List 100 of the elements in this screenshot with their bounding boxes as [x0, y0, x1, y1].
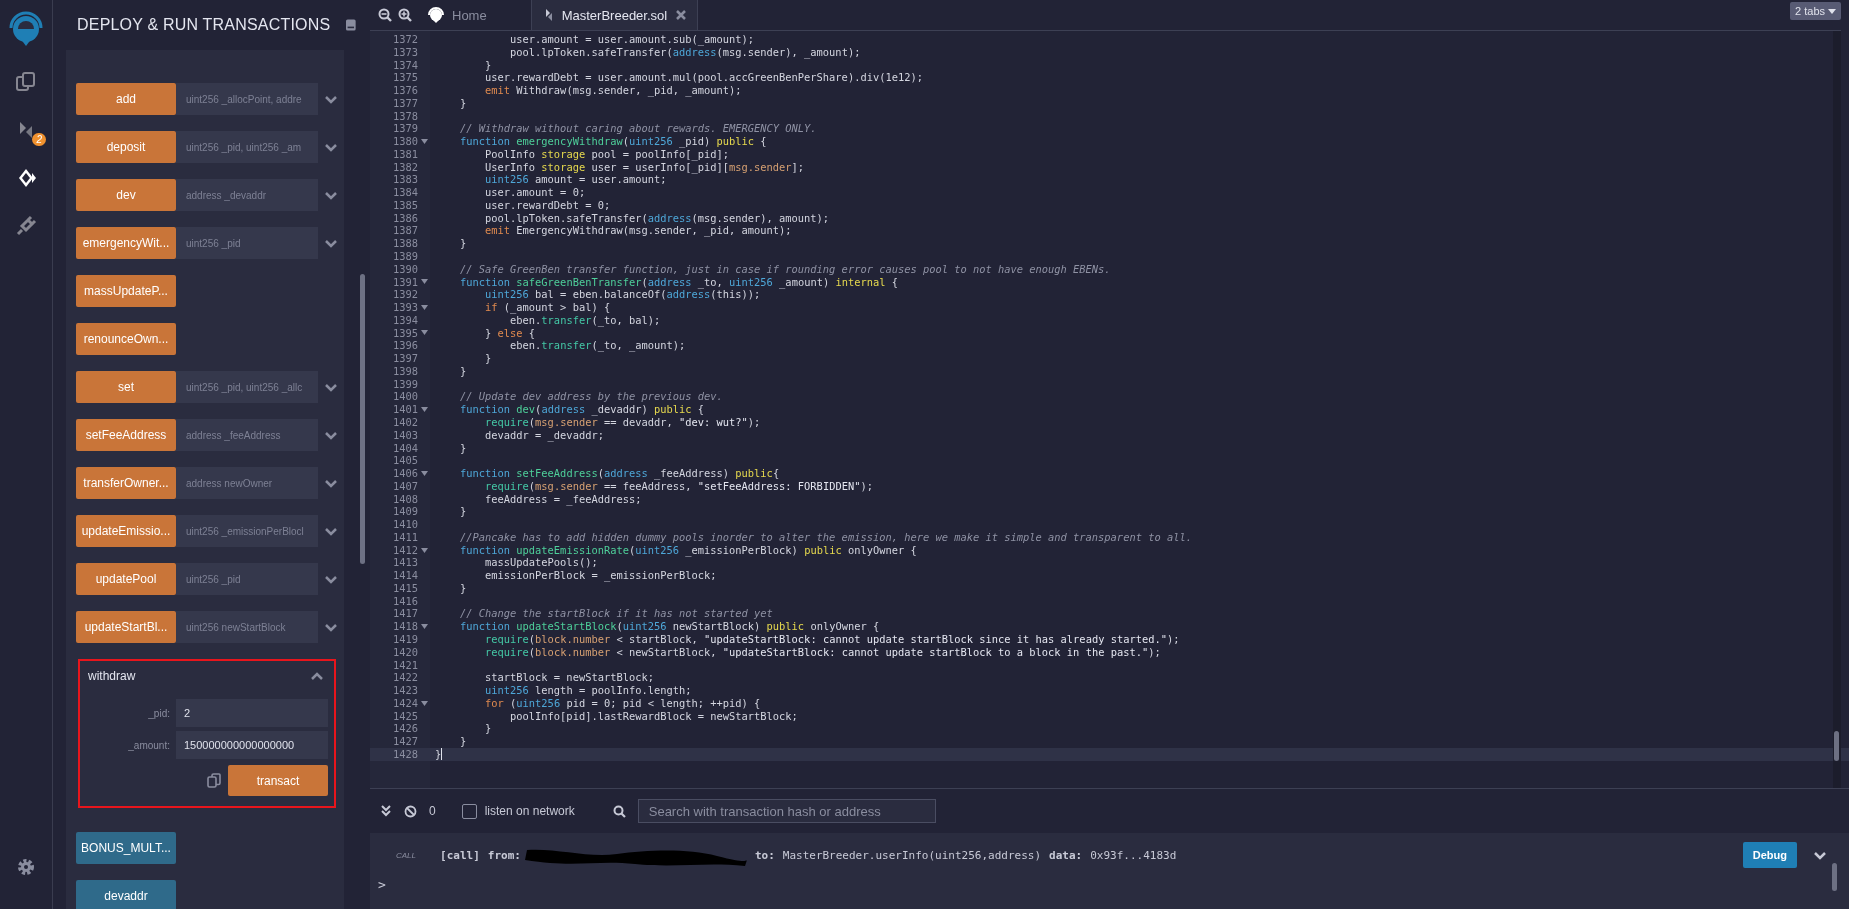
caret-icon	[1828, 8, 1836, 14]
search-icon	[612, 804, 626, 818]
fold-icon[interactable]	[420, 139, 428, 144]
line-number: 1415	[392, 581, 418, 595]
code-line: }	[459, 96, 467, 110]
code-line: for (uint256 pid = 0; pid < length; ++pid) {	[484, 696, 761, 710]
fold-icon[interactable]	[420, 407, 428, 413]
line-number: 1385	[392, 198, 418, 212]
line-number: 1417	[392, 607, 418, 621]
book-icon[interactable]	[346, 18, 356, 32]
line-number: 1394	[392, 313, 418, 327]
search-field[interactable]: Search with transaction hash or address	[637, 799, 936, 823]
tabs-dropdown[interactable]: 2 tabs	[1790, 2, 1841, 20]
fold-icon[interactable]	[420, 547, 428, 553]
code-line: function dev(address _devaddr) public {	[459, 403, 705, 416]
scrollbar-thumb[interactable]	[1834, 731, 1839, 761]
close-icon[interactable]	[675, 9, 688, 21]
fold-icon[interactable]	[420, 624, 428, 630]
code-line: require(msg.sender == feeAddress, "setFeeAddress: FORBIDDEN");	[484, 479, 873, 493]
argument-field[interactable]: address newOwner	[176, 467, 318, 499]
collapse-icon[interactable]	[310, 670, 324, 682]
debug-button[interactable]: Debug	[1742, 842, 1797, 868]
code-line: UserInfo storage user = userInfo[_pid][msg.sender];	[484, 160, 805, 174]
fold-icon[interactable]	[420, 700, 428, 706]
zoom-out-icon[interactable]	[378, 8, 392, 22]
function-button[interactable]: updateStartBl...	[76, 611, 176, 643]
argument-field[interactable]: uint256 _emissionPerBlocl	[176, 515, 318, 547]
function-button[interactable]: BONUS_MULT...	[76, 832, 176, 864]
copy-icon[interactable]	[207, 773, 221, 788]
function-button[interactable]: set	[76, 371, 176, 403]
function-button[interactable]: renounceOwn...	[76, 323, 176, 355]
expand-icon[interactable]	[324, 141, 338, 153]
line-number: 1375	[392, 71, 418, 85]
line-number: 1411	[392, 530, 418, 544]
line-number: 1414	[392, 569, 418, 582]
line-number: 1392	[392, 288, 418, 302]
param-input[interactable]: 2	[176, 699, 328, 727]
cycle-tab[interactable]: 2	[6, 108, 46, 152]
expand-icon[interactable]	[324, 381, 338, 393]
function-button[interactable]: deposit	[76, 131, 176, 163]
expand-icon[interactable]	[324, 93, 338, 105]
editor-tab[interactable]: Home	[418, 0, 497, 30]
line-number: 1408	[392, 492, 418, 506]
code-line: }	[459, 735, 467, 748]
log-value: 0x93f...4183d	[1090, 848, 1177, 862]
argument-field[interactable]: uint256 _pid, uint256 _am	[176, 131, 318, 163]
editor-tab[interactable]: MasterBreeder.sol	[530, 0, 699, 30]
line-number: 1406	[392, 467, 418, 480]
function-button[interactable]: devaddr	[76, 880, 176, 909]
function-button[interactable]: dev	[76, 179, 176, 211]
function-button[interactable]: updateEmissio...	[76, 515, 176, 547]
expand-icon[interactable]	[324, 237, 338, 249]
code-line: }	[459, 364, 467, 378]
argument-field[interactable]: uint256 newStartBlock	[176, 611, 318, 643]
expand-icon[interactable]	[1813, 849, 1827, 861]
expand-icon[interactable]	[324, 573, 338, 585]
fold-icon[interactable]	[420, 470, 428, 476]
function-button[interactable]: setFeeAddress	[76, 419, 176, 451]
param-input[interactable]: 150000000000000000	[176, 731, 328, 759]
expand-icon[interactable]	[324, 525, 338, 537]
prompt-symbol: >	[378, 877, 386, 892]
line-number: 1398	[392, 364, 418, 378]
panel-title: DEPLOY & RUN TRANSACTIONS	[77, 16, 331, 34]
transact-button[interactable]: transact	[228, 765, 328, 796]
function-button[interactable]: transferOwner...	[76, 467, 176, 499]
checkbox[interactable]	[461, 803, 477, 819]
code-line: require(msg.sender == devaddr, "dev: wut?");	[484, 415, 761, 429]
expand-icon[interactable]	[324, 621, 338, 633]
line-number: 1391	[392, 275, 418, 289]
expand-icon[interactable]	[324, 429, 338, 441]
function-button[interactable]: massUpdateP...	[76, 275, 176, 307]
expand-icon[interactable]	[324, 189, 338, 201]
line-number: 1380	[392, 135, 418, 148]
function-button[interactable]: add	[76, 83, 176, 115]
scrollbar-thumb[interactable]	[360, 274, 365, 564]
argument-field[interactable]: uint256 _pid	[176, 563, 318, 595]
collapse-icon[interactable]	[380, 805, 392, 817]
function-button[interactable]: updatePool	[76, 563, 176, 595]
code-line: // Withdraw without caring about rewards. EMERGENCY ONLY.	[459, 122, 817, 136]
line-number: 1378	[392, 109, 418, 123]
fold-icon[interactable]	[420, 279, 428, 285]
zoom-in-icon[interactable]	[398, 8, 412, 22]
function-button[interactable]: emergencyWit...	[76, 227, 176, 259]
clear-icon[interactable]	[404, 804, 417, 818]
argument-field[interactable]: address _feeAddress	[176, 419, 318, 451]
log-type: [call]	[440, 848, 480, 862]
argument-field[interactable]: address _devaddr	[176, 179, 318, 211]
count-badge: 2	[32, 133, 46, 146]
code-line: eben.transfer(_to, bal);	[510, 313, 661, 327]
argument-field[interactable]: uint256 _pid	[176, 227, 318, 259]
scrollbar-thumb[interactable]	[1832, 863, 1837, 891]
code-line: // Update dev address by the previous dev.	[459, 390, 723, 404]
plug-icon	[14, 214, 38, 238]
expand-icon[interactable]	[324, 477, 338, 489]
fold-icon[interactable]	[420, 304, 428, 310]
line-number: 1421	[392, 658, 418, 672]
argument-field[interactable]: uint256 _allocPoint, addre	[176, 83, 318, 115]
fold-icon[interactable]	[420, 330, 428, 336]
argument-field[interactable]: uint256 _pid, uint256 _allc	[176, 371, 318, 403]
code-line: // Safe GreenBen transfer function, just in case if rounding error causes pool to not have enough EBENs.	[459, 262, 1111, 276]
